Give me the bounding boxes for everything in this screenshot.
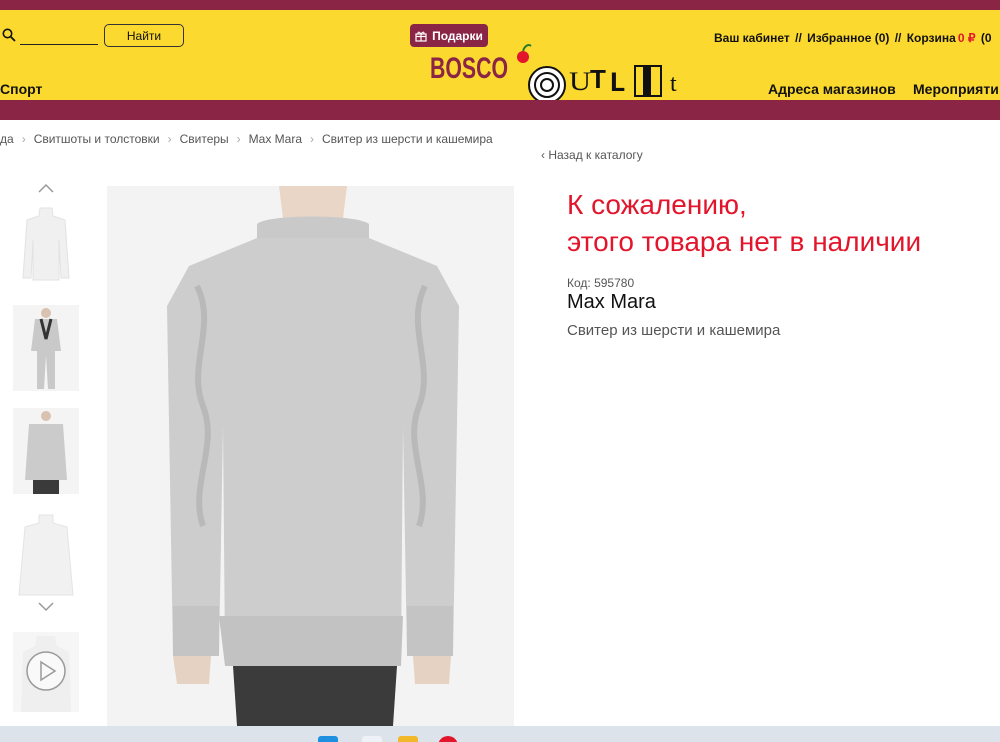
cart-link[interactable]: Корзина xyxy=(907,31,956,45)
search-taskbar-icon[interactable] xyxy=(362,736,382,742)
breadcrumb-separator-icon: › xyxy=(21,132,26,146)
out-of-stock-line-2: этого товара нет в наличии xyxy=(567,226,922,257)
breadcrumb-item[interactable]: Свитшоты и толстовки xyxy=(34,132,160,146)
breadcrumb-item[interactable]: да xyxy=(0,132,14,146)
breadcrumb-separator-icon: › xyxy=(310,132,315,146)
back-to-catalog-label: Назад к каталогу xyxy=(548,148,643,162)
thumbnail-model-grey-sweater[interactable] xyxy=(13,408,79,494)
separator: // xyxy=(894,31,902,45)
breadcrumb-separator-icon: › xyxy=(167,132,172,146)
search-icon[interactable] xyxy=(2,28,16,42)
nav-item-sport[interactable]: Спорт xyxy=(0,81,42,97)
find-button[interactable]: Найти xyxy=(104,24,184,47)
play-icon[interactable] xyxy=(25,650,67,692)
svg-text:t: t xyxy=(670,71,677,97)
chevron-up-icon[interactable] xyxy=(38,183,54,193)
search-input[interactable] xyxy=(20,28,98,44)
thumbnail-model-grey-suit[interactable] xyxy=(13,305,79,391)
svg-text:L: L xyxy=(609,69,626,100)
breadcrumb-current: Свитер из шерсти и кашемира xyxy=(322,132,493,146)
breadcrumb-item[interactable]: Свитеры xyxy=(180,132,229,146)
product-code: Код: 595780 xyxy=(567,276,635,290)
header-bottom-strip xyxy=(0,100,1000,120)
svg-text:BOSCO: BOSCO xyxy=(430,52,508,85)
svg-text:T: T xyxy=(590,64,606,94)
product-name: Свитер из шерсти и кашемира xyxy=(567,322,781,339)
back-to-catalog-link[interactable]: ‹ Назад к каталогу xyxy=(541,148,643,162)
folder-icon[interactable] xyxy=(398,736,418,742)
breadcrumb: да › Свитшоты и толстовки › Свитеры › Max Mara… xyxy=(0,132,493,146)
thumbnail-sweater-back[interactable] xyxy=(13,511,79,597)
cart-amount[interactable]: 0 ₽ xyxy=(958,31,976,45)
os-taskbar xyxy=(0,726,1000,742)
out-of-stock-message: К сожалению, этого товара нет в наличии xyxy=(567,186,921,260)
svg-text:U: U xyxy=(569,67,591,96)
product-main-image[interactable] xyxy=(107,186,514,726)
top-strip xyxy=(0,0,1000,10)
breadcrumb-item[interactable]: Max Mara xyxy=(249,132,302,146)
account-links: Ваш кабинет // Избранное (0) // Корзина 0… xyxy=(714,31,994,45)
windows-start-icon[interactable] xyxy=(318,736,338,742)
nav-item-events[interactable]: Мероприяти xyxy=(913,81,999,97)
favorites-link[interactable]: Избранное (0) xyxy=(807,31,889,45)
product-brand[interactable]: Max Mara xyxy=(567,291,656,314)
cart-count[interactable]: (0 xyxy=(981,31,992,45)
gift-icon xyxy=(415,31,427,42)
cabinet-link[interactable]: Ваш кабинет xyxy=(714,31,790,45)
browser-icon[interactable] xyxy=(438,736,458,742)
nav-item-stores[interactable]: Адреса магазинов xyxy=(768,81,896,97)
chevron-down-icon[interactable] xyxy=(38,602,54,612)
out-of-stock-line-1: К сожалению, xyxy=(567,189,747,220)
separator: // xyxy=(795,31,802,45)
search-underline xyxy=(20,44,98,45)
thumbnail-sweater-front[interactable] xyxy=(13,200,79,286)
bosco-outlet-logo[interactable]: BOSCO U T L t xyxy=(430,38,692,106)
breadcrumb-separator-icon: › xyxy=(236,132,241,146)
